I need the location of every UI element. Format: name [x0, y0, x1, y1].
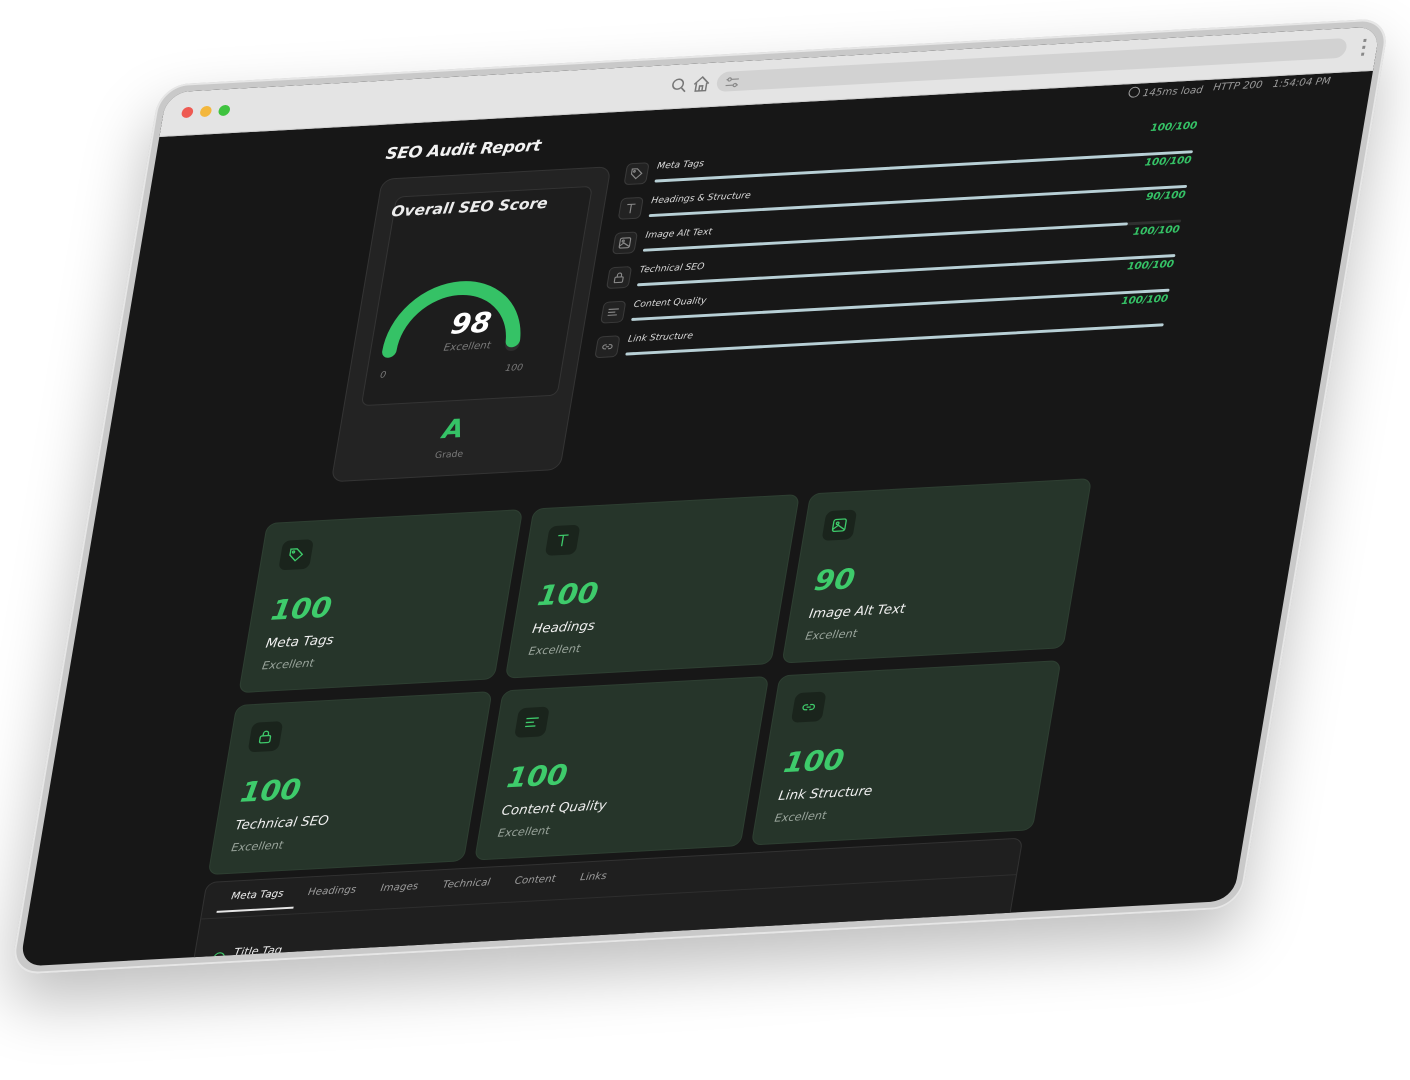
image-icon — [821, 509, 858, 541]
scene: · · · 145ms load HTTP 200 1:54:04 PM SEO A… — [0, 0, 1410, 1080]
category-label: Content Quality — [632, 296, 708, 311]
tab-links[interactable]: Links — [565, 870, 619, 894]
metric-card-image-alt[interactable]: 90 Image Alt Text Excellent — [781, 478, 1093, 664]
category-score: 100/100 — [1143, 155, 1193, 169]
tag-icon — [278, 539, 314, 571]
type-icon — [617, 196, 644, 220]
category-label: Image Alt Text — [644, 227, 713, 241]
link-icon — [790, 691, 827, 723]
category-label: Headings & Structure — [650, 190, 752, 207]
lines-icon — [600, 300, 627, 324]
metric-value: 90 — [811, 562, 858, 598]
category-bars: Meta Tags 100/100 Headings & Structure 1… — [593, 121, 1198, 366]
grade-value: A — [440, 414, 467, 446]
search-icon[interactable] — [668, 76, 689, 95]
detail-item-title: Title Tag — [233, 943, 284, 959]
laptop-frame: · · · 145ms load HTTP 200 1:54:04 PM SEO A… — [9, 18, 1391, 976]
metric-card-links[interactable]: 100 Link Structure Excellent — [750, 660, 1062, 846]
more-menu-icon[interactable]: · · · — [1358, 31, 1370, 64]
category-label: Technical SEO — [638, 262, 706, 276]
close-window-button[interactable] — [180, 106, 194, 119]
metric-name: Link Structure — [777, 783, 874, 804]
lock-icon — [247, 721, 284, 753]
category-bar-track — [625, 323, 1164, 356]
metric-card-content[interactable]: 100 Content Quality Excellent — [474, 675, 770, 861]
tab-technical[interactable]: Technical — [428, 877, 504, 902]
detail-item-value: Digital &amp; Creative Marketing Agency … — [219, 953, 503, 967]
metric-name: Content Quality — [500, 798, 608, 819]
metric-name: Meta Tags — [264, 633, 335, 652]
metric-name: Image Alt Text — [807, 601, 907, 622]
category-label: Meta Tags — [656, 159, 705, 172]
category-label: Link Structure — [627, 331, 694, 345]
load-time-text: 145ms load — [1141, 85, 1204, 100]
metric-value: 100 — [238, 772, 304, 809]
overall-score-card: Overall SEO Score 98 Excellent 0 100 A G… — [330, 166, 612, 483]
metric-value: 100 — [504, 758, 570, 795]
metric-value: 100 — [781, 743, 847, 780]
metric-cards: 100 Meta Tags Excellent 100 Headings Exc… — [207, 478, 1093, 876]
link-icon — [594, 335, 621, 359]
metric-card-technical[interactable]: 100 Technical SEO Excellent — [207, 691, 493, 876]
metric-card-meta-tags[interactable]: 100 Meta Tags Excellent — [238, 509, 524, 694]
minimize-window-button[interactable] — [199, 105, 213, 118]
metric-status: Excellent — [773, 809, 828, 825]
check-circle-icon — [212, 949, 226, 964]
load-time: 145ms load — [1127, 83, 1204, 100]
image-icon — [611, 231, 639, 255]
tag-icon — [623, 162, 650, 186]
browser-window: · · · 145ms load HTTP 200 1:54:04 PM SEO A… — [19, 26, 1381, 967]
home-icon[interactable] — [691, 75, 712, 94]
category-score: 90/100 — [1145, 189, 1187, 203]
lock-icon — [605, 266, 633, 290]
metric-status: Excellent — [804, 627, 859, 643]
metric-status: Excellent — [261, 656, 315, 673]
lines-icon — [514, 706, 550, 738]
metric-name: Headings — [531, 618, 596, 638]
tab-content[interactable]: Content — [500, 873, 569, 897]
metric-card-headings[interactable]: 100 Headings Excellent — [504, 494, 800, 679]
zoom-window-button[interactable] — [217, 104, 231, 117]
gauge-max-label: 100 — [504, 363, 524, 374]
tune-icon[interactable] — [724, 74, 741, 89]
metric-status: Excellent — [527, 642, 582, 658]
metric-name: Technical SEO — [233, 813, 330, 834]
category-score: 100/100 — [1132, 224, 1181, 238]
tab-headings[interactable]: Headings — [293, 884, 369, 909]
detail-item-meta: 57 characters (ideal: 50-60) — [841, 926, 987, 946]
metric-value: 100 — [268, 590, 335, 627]
category-score: 100/100 — [1149, 120, 1199, 135]
page-title: SEO Audit Report — [384, 135, 543, 163]
timestamp: 1:54:04 PM — [1271, 76, 1332, 91]
clock-icon — [1127, 86, 1141, 98]
metric-status: Excellent — [496, 824, 551, 840]
category-score: 100/100 — [1126, 259, 1175, 273]
tab-meta-tags[interactable]: Meta Tags — [216, 887, 297, 913]
category-bar-fill — [625, 323, 1164, 356]
category-score: 100/100 — [1120, 293, 1169, 308]
metric-value: 100 — [535, 576, 601, 613]
type-icon — [544, 524, 581, 556]
metric-status: Excellent — [230, 838, 285, 855]
http-status: HTTP 200 — [1212, 79, 1264, 94]
tab-images[interactable]: Images — [366, 881, 432, 905]
